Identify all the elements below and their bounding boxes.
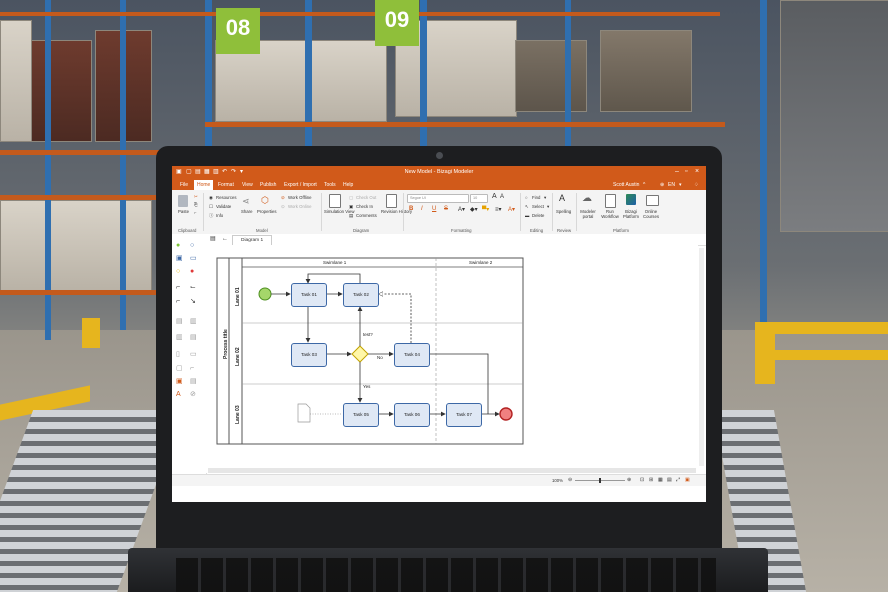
rack-sign: 08	[216, 8, 260, 54]
rack-post	[205, 0, 212, 150]
pallet	[515, 40, 587, 112]
pallet	[0, 200, 152, 292]
rack-beam	[0, 195, 160, 200]
zoom-in-icon[interactable]: ⊕	[627, 477, 631, 483]
laptop-screen: ▣ ▢ ▤ ▦ ▥ ↶ ↷ ▾ New Model - Bizagi Model…	[172, 166, 706, 502]
lane-label[interactable]: Lane 01	[235, 287, 241, 306]
laptop-keyboard	[176, 558, 716, 592]
present-icon[interactable]: ▣	[685, 477, 690, 483]
fit-width-icon[interactable]: ⊞	[649, 477, 653, 483]
pallet	[600, 30, 692, 112]
rack-post	[760, 0, 767, 330]
grid-view-icon[interactable]: ▦	[658, 477, 663, 483]
zoom-level: 100%	[552, 478, 563, 483]
task-box[interactable]: Task 03	[291, 343, 327, 367]
warehouse-wall	[780, 0, 888, 232]
zoom-slider-thumb[interactable]	[599, 478, 601, 483]
rack-post	[420, 0, 427, 150]
rack-beam	[0, 290, 160, 295]
task-box[interactable]: Task 04	[394, 343, 430, 367]
layout-view-icon[interactable]: ▤	[667, 477, 672, 483]
rack-post	[565, 0, 571, 150]
horizontal-scrollbar[interactable]	[208, 468, 696, 473]
gateway-label: test?	[363, 332, 373, 337]
yellow-guard-post	[755, 322, 775, 384]
full-screen-icon[interactable]: ⤢	[676, 477, 680, 483]
task-box[interactable]: Task 07	[446, 403, 482, 427]
process-title[interactable]: Process title	[223, 329, 229, 359]
flow-label-no: No	[377, 355, 383, 360]
task-box[interactable]: Task 01	[291, 283, 327, 307]
rack-sign: 09	[375, 0, 419, 46]
rack-post	[45, 0, 51, 340]
swimlane-label[interactable]: Swimlane 1	[323, 260, 346, 265]
yellow-guard-rail	[758, 350, 888, 360]
rack-post	[305, 0, 312, 150]
rack-post	[120, 0, 126, 330]
data-object[interactable]	[297, 403, 311, 423]
lane-label[interactable]: Lane 03	[235, 405, 241, 424]
task-box[interactable]: Task 05	[343, 403, 379, 427]
task-box[interactable]: Task 02	[343, 283, 379, 307]
pallet	[0, 20, 32, 142]
flow-label-yes: Yes	[363, 384, 371, 389]
vertical-scrollbar[interactable]	[699, 248, 704, 466]
zoom-out-icon[interactable]: ⊖	[568, 477, 572, 483]
lane-label[interactable]: Lane 02	[235, 347, 241, 366]
pallet	[30, 40, 92, 142]
screen-bottom	[172, 486, 706, 502]
yellow-guard-rail	[758, 322, 888, 334]
process-diagram	[216, 257, 524, 445]
fit-page-icon[interactable]: ⊡	[640, 477, 644, 483]
swimlane-label[interactable]: Swimlane 2	[469, 260, 492, 265]
rack-beam	[0, 150, 160, 155]
end-event[interactable]	[499, 407, 513, 421]
start-event[interactable]	[258, 287, 272, 301]
yellow-guard-post	[82, 318, 100, 348]
webcam	[436, 152, 443, 159]
rack-beam	[0, 12, 720, 16]
rack-beam	[205, 122, 725, 127]
task-box[interactable]: Task 06	[394, 403, 430, 427]
